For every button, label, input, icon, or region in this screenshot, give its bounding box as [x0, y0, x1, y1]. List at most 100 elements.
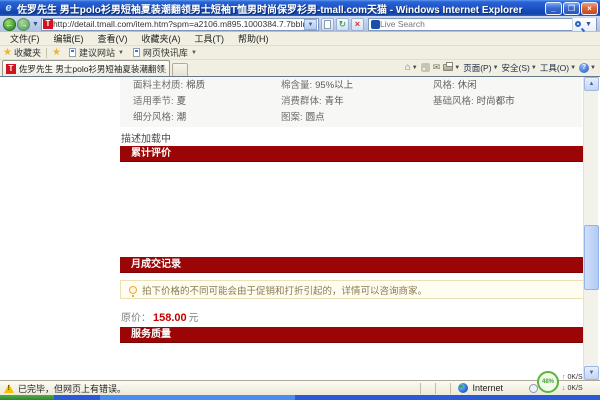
- suggested-sites-dropdown-icon[interactable]: ▼: [118, 50, 124, 56]
- active-tab[interactable]: T 佐罗先生 男士polo衫男短袖夏装潮翻领男士短...: [2, 60, 170, 76]
- suggested-sites-button[interactable]: 建议网站: [79, 46, 115, 59]
- rss-icon: [420, 63, 430, 72]
- page-menu-label: 页面(P): [463, 62, 492, 73]
- section-header-reviews: 累计评价: [120, 146, 584, 162]
- taskbar-window-button[interactable]: [100, 395, 295, 400]
- tools-menu-button[interactable]: 工具(O) ▼: [540, 62, 576, 74]
- home-dropdown-icon[interactable]: ▼: [412, 65, 418, 71]
- command-bar: ⌂ ▼ ✉ ▼ 页面(P) ▼ 安全(S) ▼ 工具(O) ▼ ? ▼: [405, 60, 600, 76]
- mail-icon: ✉: [432, 62, 441, 72]
- scrollbar-thumb[interactable]: [584, 225, 599, 290]
- statusbar-separator: [450, 382, 452, 394]
- favorites-bar: ★ 收藏夹 ★ 建议网站 ▼ 网页快讯库 ▼: [0, 46, 600, 60]
- favorites-button[interactable]: 收藏夹: [14, 46, 41, 59]
- help-icon: ?: [579, 62, 590, 73]
- history-dropdown-icon[interactable]: ▼: [30, 21, 41, 28]
- back-button[interactable]: ←: [3, 17, 16, 31]
- network-speed-monitor[interactable]: 48% ↑ 0K/S ↓ 0K/S: [537, 371, 600, 395]
- title-bar: e 佐罗先生 男士polo衫男短袖夏装潮翻领男士短袖T恤男时尚保罗衫男-tmal…: [0, 0, 600, 16]
- feeds-button[interactable]: [420, 63, 430, 72]
- speed-readout: ↑ 0K/S ↓ 0K/S: [562, 372, 583, 394]
- description-loading-text: 描述加载中: [121, 134, 171, 145]
- price-label: 原价：: [121, 313, 151, 324]
- notice-text: 拍下价格的不同可能会由于促销和打折引起的，详情可以咨询商家。: [142, 285, 428, 297]
- statusbar-separator: [420, 382, 422, 394]
- status-bar: 已完毕，但网页上有错误。 Internet -: [0, 380, 600, 395]
- address-bar[interactable]: T ▼: [40, 17, 319, 31]
- attr-cotton-content: 棉含量: 95%以上: [281, 80, 354, 91]
- read-mail-button[interactable]: ✉: [433, 63, 441, 72]
- tools-menu-label: 工具(O): [539, 62, 570, 73]
- forward-button[interactable]: →: [17, 17, 30, 31]
- window-title: 佐罗先生 男士polo衫男短袖夏装潮翻领男士短袖T恤男时尚保罗衫男-tmall.…: [17, 4, 523, 16]
- compatibility-view-button[interactable]: [320, 17, 334, 31]
- attr-consumer-group: 消费群体: 青年: [281, 96, 344, 107]
- magnifier-icon: [575, 21, 582, 27]
- warning-icon[interactable]: [4, 383, 14, 393]
- search-input[interactable]: [379, 18, 572, 30]
- close-button[interactable]: ×: [581, 1, 598, 15]
- minimize-button[interactable]: _: [545, 1, 562, 15]
- menu-view[interactable]: 查看(V): [92, 31, 134, 46]
- vertical-scrollbar[interactable]: ▲ ▼: [583, 77, 599, 380]
- ie-logo-icon: e: [5, 2, 12, 14]
- attr-style: 风格: 休闲: [433, 80, 477, 91]
- zone-label: Internet: [472, 383, 503, 393]
- menu-edit[interactable]: 编辑(E): [48, 31, 90, 46]
- price-notice: 拍下价格的不同可能会由于促销和打折引起的，详情可以咨询商家。: [120, 280, 584, 299]
- scroll-up-button[interactable]: ▲: [584, 77, 599, 91]
- print-button[interactable]: ▼: [443, 62, 460, 71]
- safety-menu-label: 安全(S): [501, 62, 530, 73]
- product-page: 面料主材质: 棉质 棉含量: 95%以上 风格: 休闲 适用季节: 夏 消费群体: 青年 …: [120, 77, 584, 380]
- page-menu-button[interactable]: 页面(P) ▼: [463, 62, 498, 74]
- home-icon: ⌂: [404, 61, 411, 73]
- suggested-sites-icon: [68, 48, 76, 57]
- tab-title: 佐罗先生 男士polo衫男短袖夏装潮翻领男士短...: [19, 63, 166, 74]
- search-dropdown-icon[interactable]: ▼: [583, 21, 594, 28]
- safety-menu-dropdown-icon: ▼: [530, 64, 537, 71]
- price-unit: 元: [188, 313, 199, 324]
- url-input[interactable]: [52, 18, 304, 30]
- web-slices-icon: [132, 48, 140, 57]
- product-attributes: 面料主材质: 棉质 棉含量: 95%以上 风格: 休闲 适用季节: 夏 消费群体: 青年 …: [120, 77, 582, 127]
- restore-button[interactable]: ❐: [563, 1, 580, 15]
- page-viewport: 面料主材质: 棉质 棉含量: 95%以上 风格: 休闲 适用季节: 夏 消费群体: 青年 …: [0, 77, 600, 380]
- print-dropdown-icon[interactable]: ▼: [454, 65, 460, 71]
- upload-arrow-icon: ↑: [562, 374, 566, 381]
- attr-pattern: 图案: 圆点: [281, 112, 325, 123]
- section-header-transactions: 月成交记录: [120, 257, 584, 273]
- safety-menu-button[interactable]: 安全(S) ▼: [502, 62, 537, 74]
- section-header-service: 服务质量: [120, 327, 584, 343]
- tab-bar: T 佐罗先生 男士polo衫男短袖夏装潮翻领男士短... ⌂▼ ✉ ▼ 页面(P…: [0, 60, 600, 77]
- menu-file[interactable]: 文件(F): [4, 31, 46, 46]
- menu-help[interactable]: 帮助(H): [232, 31, 275, 46]
- address-dropdown-icon[interactable]: ▼: [303, 18, 317, 30]
- home-button[interactable]: ⌂ ▼: [404, 61, 418, 73]
- help-dropdown-icon: ▼: [590, 64, 596, 71]
- speed-percent-badge[interactable]: 48%: [537, 371, 559, 393]
- price-value: 158.00: [153, 312, 187, 324]
- tab-favicon-icon: T: [6, 63, 16, 74]
- web-slices-button[interactable]: 网页快讯库: [143, 46, 188, 59]
- taskbar: [0, 395, 600, 400]
- attr-sub-style: 细分风格: 潮: [133, 112, 187, 123]
- start-button[interactable]: [0, 395, 54, 400]
- add-favorite-button[interactable]: ★: [52, 47, 61, 58]
- web-slices-dropdown-icon[interactable]: ▼: [191, 50, 197, 56]
- search-box[interactable]: ▼: [367, 17, 597, 31]
- statusbar-separator: [435, 382, 437, 394]
- page-menu-dropdown-icon: ▼: [492, 64, 499, 71]
- new-tab-button[interactable]: [172, 63, 188, 76]
- stop-button[interactable]: ×: [350, 17, 364, 31]
- menu-tools[interactable]: 工具(T): [189, 31, 231, 46]
- search-go-button[interactable]: ▼: [572, 17, 596, 31]
- internet-zone-icon: [458, 383, 469, 393]
- browser-window: e 佐罗先生 男士polo衫男短袖夏装潮翻领男士短袖T恤男时尚保罗衫男-tmal…: [0, 0, 600, 400]
- navigation-bar: ← → ▼ T ▼ ↻ × ▼: [0, 16, 600, 32]
- help-button[interactable]: ? ▼: [579, 62, 596, 73]
- attr-base-style: 基础风格: 时尚都市: [433, 96, 515, 107]
- tools-menu-dropdown-icon: ▼: [570, 64, 577, 71]
- menu-favorites[interactable]: 收藏夹(A): [136, 31, 187, 46]
- search-provider-icon: [370, 19, 380, 29]
- refresh-button[interactable]: ↻: [335, 17, 349, 31]
